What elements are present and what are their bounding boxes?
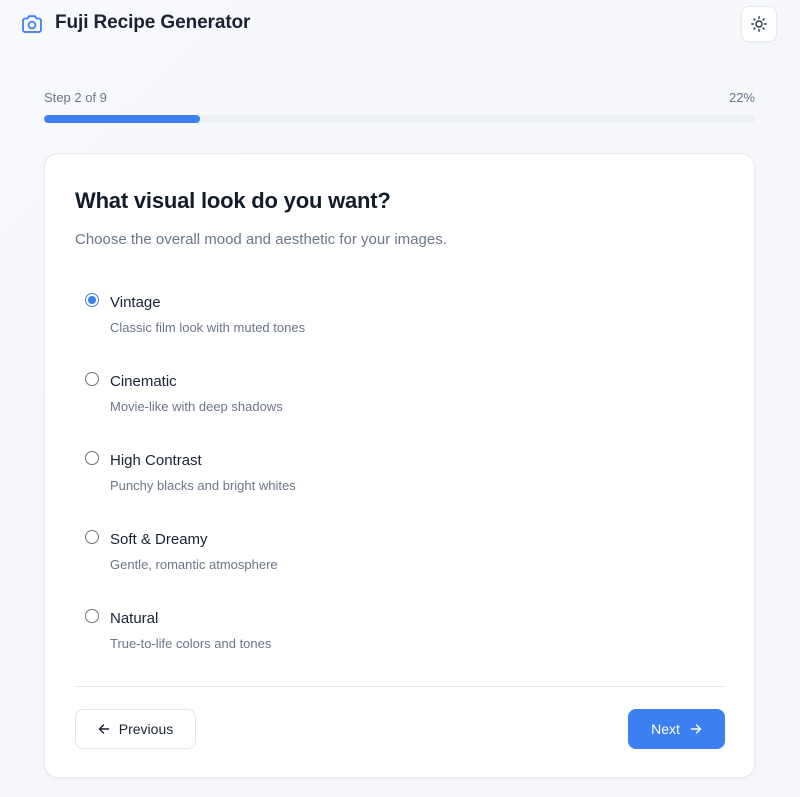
option-label: High Contrast — [110, 452, 202, 469]
question-title: What visual look do you want? — [75, 188, 391, 213]
step-indicator: Step 2 of 9 — [44, 90, 107, 105]
arrow-left-icon — [98, 723, 110, 735]
option-soft-dreamy[interactable]: Soft & Dreamy Gentle, romantic atmospher… — [75, 521, 725, 585]
option-description: Classic film look with muted tones — [110, 320, 306, 335]
radio-soft-dreamy[interactable] — [85, 530, 99, 544]
previous-button-label: Previous — [118, 721, 174, 737]
option-description: Gentle, romantic atmosphere — [110, 557, 278, 572]
radio-vintage[interactable] — [85, 293, 99, 307]
option-description: Punchy blacks and bright whites — [110, 478, 296, 493]
option-label: Natural — [110, 610, 159, 627]
footer-divider — [75, 686, 725, 687]
question-card: What visual look do you want? Choose the… — [44, 153, 755, 778]
option-vintage[interactable]: Vintage Classic film look with muted ton… — [75, 284, 725, 348]
option-cinematic[interactable]: Cinematic Movie-like with deep shadows — [75, 363, 725, 427]
theme-toggle-button[interactable] — [741, 6, 777, 42]
option-description: True-to-life colors and tones — [110, 636, 272, 651]
progress-bar-fill — [44, 115, 201, 123]
progress-percent: 22% — [728, 90, 755, 105]
radio-cinematic[interactable] — [85, 372, 99, 386]
previous-button[interactable]: Previous — [75, 709, 196, 749]
option-label: Cinematic — [110, 373, 177, 390]
option-description: Movie-like with deep shadows — [110, 399, 283, 414]
app-title: Fuji Recipe Generator — [55, 12, 251, 33]
next-button-label: Next — [651, 721, 680, 737]
progress-bar — [44, 115, 755, 123]
next-button[interactable]: Next — [628, 709, 725, 749]
option-high-contrast[interactable]: High Contrast Punchy blacks and bright w… — [75, 442, 725, 506]
question-subtitle: Choose the overall mood and aesthetic fo… — [75, 231, 447, 248]
app-header: Fuji Recipe Generator — [0, 0, 800, 48]
sun-icon — [751, 16, 767, 32]
arrow-right-icon — [690, 723, 702, 735]
option-label: Soft & Dreamy — [110, 531, 208, 548]
radio-high-contrast[interactable] — [85, 451, 99, 465]
camera-icon — [21, 14, 43, 34]
radio-natural[interactable] — [85, 609, 99, 623]
option-label: Vintage — [110, 294, 161, 311]
option-natural[interactable]: Natural True-to-life colors and tones — [75, 600, 725, 664]
